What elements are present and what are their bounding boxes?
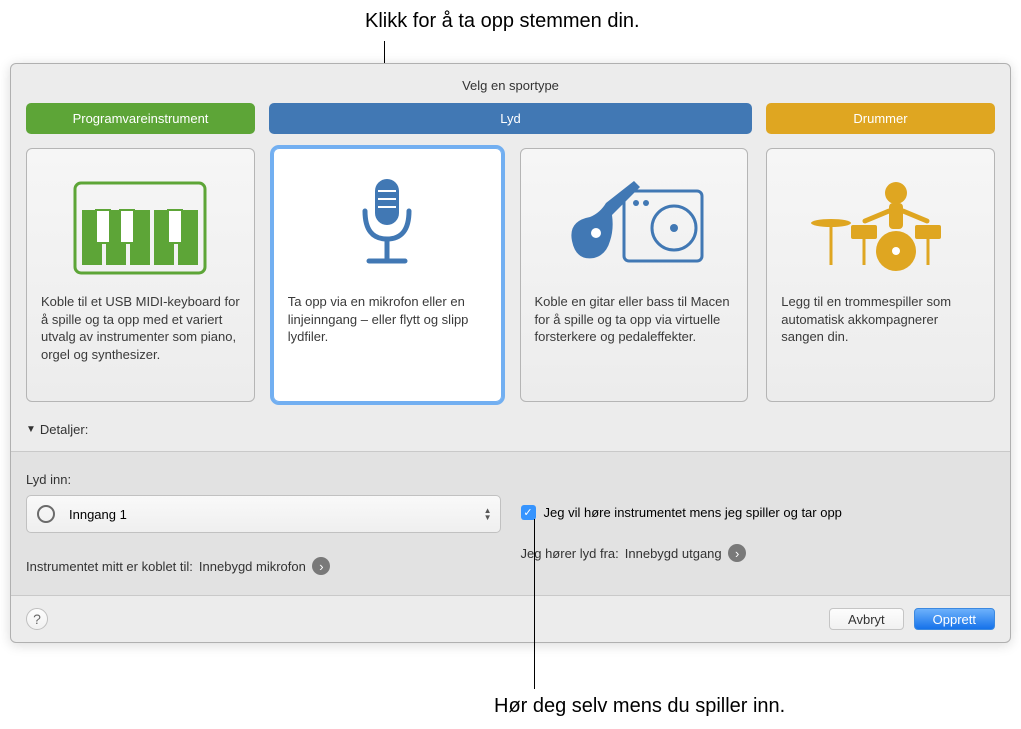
microphone-icon: [288, 163, 487, 293]
dialog-title: Velg en sportype: [11, 64, 1010, 103]
card-drummer[interactable]: Legg til en trommespiller som automatisk…: [766, 148, 995, 402]
card-software-instrument[interactable]: Koble til et USB MIDI-keyboard for å spi…: [26, 148, 255, 402]
card-microphone[interactable]: Ta opp via en mikrofon eller en linjeinn…: [273, 148, 502, 402]
monitor-checkbox[interactable]: ✓: [521, 505, 536, 520]
audio-input-dropdown[interactable]: Inngang 1 ▲▼: [26, 495, 501, 533]
track-type-tabs: Programvareinstrument Lyd Drummer: [11, 103, 1010, 148]
keyboard-icon: [41, 163, 240, 293]
tab-software-instrument[interactable]: Programvareinstrument: [26, 103, 255, 134]
details-panel: Lyd inn: Inngang 1 ▲▼ Instrumentet mitt …: [11, 451, 1010, 596]
connected-to-value: Innebygd mikrofon: [199, 559, 306, 574]
output-configure-button[interactable]: ›: [728, 544, 746, 562]
input-ring-icon: [37, 505, 55, 523]
chevron-up-down-icon: ▲▼: [484, 507, 492, 521]
callout-bottom-line: [534, 519, 535, 689]
monitor-column: ✓ Jeg vil høre instrumentet mens jeg spi…: [521, 472, 996, 575]
audio-input-value: Inngang 1: [69, 507, 127, 522]
card-mic-desc: Ta opp via en mikrofon eller en linjeinn…: [288, 293, 487, 346]
output-prefix: Jeg hører lyd fra:: [521, 546, 619, 561]
disclosure-triangle-icon: ▼: [26, 424, 36, 435]
tab-drummer[interactable]: Drummer: [766, 103, 995, 134]
drummer-icon: [781, 163, 980, 293]
tab-audio[interactable]: Lyd: [269, 103, 752, 134]
output-row: Jeg hører lyd fra: Innebygd utgang ›: [521, 544, 996, 562]
card-guitar-desc: Koble en gitar eller bass til Macen for …: [535, 293, 734, 346]
card-software-desc: Koble til et USB MIDI-keyboard for å spi…: [41, 293, 240, 363]
cancel-button[interactable]: Avbryt: [829, 608, 904, 630]
monitor-checkbox-row: ✓ Jeg vil høre instrumentet mens jeg spi…: [521, 505, 996, 520]
details-label: Detaljer:: [40, 422, 88, 437]
track-type-dialog: Velg en sportype Programvareinstrument L…: [10, 63, 1011, 643]
monitor-checkbox-label: Jeg vil høre instrumentet mens jeg spill…: [544, 505, 842, 520]
create-button[interactable]: Opprett: [914, 608, 995, 630]
help-button[interactable]: ?: [26, 608, 48, 630]
connected-to-configure-button[interactable]: ›: [312, 557, 330, 575]
connected-to-prefix: Instrumentet mitt er koblet til:: [26, 559, 193, 574]
callout-bottom-text: Hør deg selv mens du spiller inn.: [494, 695, 785, 718]
callout-top-text: Klikk for å ta opp stemmen din.: [365, 10, 640, 33]
output-value: Innebygd utgang: [625, 546, 722, 561]
guitar-amp-icon: [535, 163, 734, 293]
track-type-cards: Koble til et USB MIDI-keyboard for å spi…: [11, 148, 1010, 422]
card-drummer-desc: Legg til en trommespiller som automatisk…: [781, 293, 980, 346]
connected-to-row: Instrumentet mitt er koblet til: Innebyg…: [26, 557, 501, 575]
input-column: Lyd inn: Inngang 1 ▲▼ Instrumentet mitt …: [26, 472, 501, 575]
audio-in-label: Lyd inn:: [26, 472, 501, 487]
details-disclosure[interactable]: ▼ Detaljer:: [11, 422, 1010, 451]
dialog-footer: ? Avbryt Opprett: [11, 596, 1010, 642]
card-guitar[interactable]: Koble en gitar eller bass til Macen for …: [520, 148, 749, 402]
